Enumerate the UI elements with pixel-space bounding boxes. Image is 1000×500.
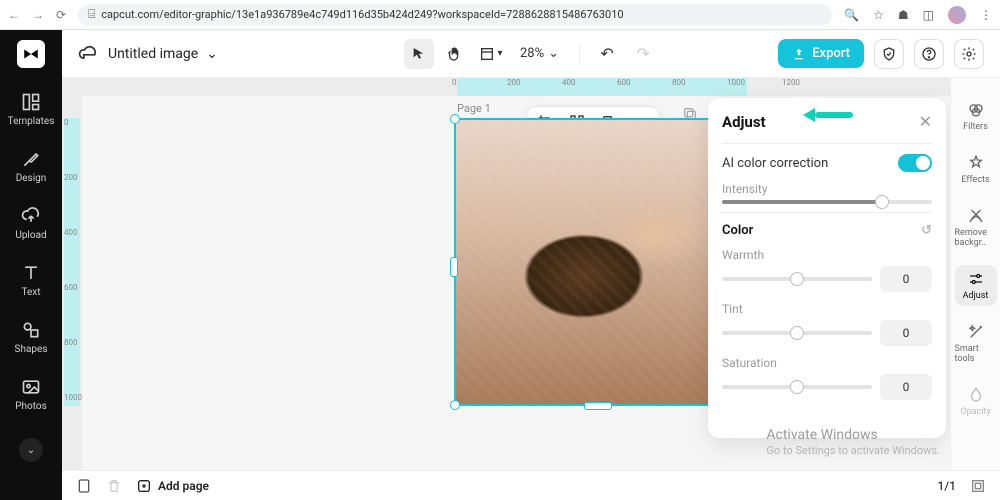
- toolstrip-filters[interactable]: Filters: [955, 96, 997, 137]
- address-bar[interactable]: ⌸ capcut.com/editor-graphic/13e1a936789e…: [78, 4, 832, 26]
- back-icon[interactable]: ←: [8, 8, 20, 22]
- extensions-icon[interactable]: ☗: [898, 8, 909, 22]
- delete-page-icon[interactable]: [106, 478, 122, 494]
- toolstrip-label: Filters: [963, 122, 988, 132]
- undo-button[interactable]: ↶: [592, 39, 622, 69]
- slider-label: Saturation: [722, 356, 932, 370]
- panel-title: Adjust: [722, 113, 766, 131]
- filters-icon: [967, 101, 985, 119]
- opacity-icon: [967, 386, 985, 404]
- zoom-control[interactable]: 28% ⌄: [512, 46, 567, 61]
- site-info-icon[interactable]: ⌸: [88, 7, 95, 22]
- resize-tool[interactable]: ▾: [476, 39, 506, 69]
- adjust-icon: [967, 270, 985, 288]
- slider-value[interactable]: 0: [880, 266, 932, 292]
- rail-label: Photos: [15, 401, 47, 412]
- right-tool-strip: Filters Effects Remove backgr.. Adjust S…: [950, 78, 1000, 470]
- resize-handle[interactable]: [450, 114, 460, 124]
- resize-handle[interactable]: [584, 402, 612, 410]
- add-page-button[interactable]: Add page: [136, 478, 209, 494]
- intensity-label: Intensity: [722, 182, 932, 196]
- resize-handle[interactable]: [450, 257, 458, 277]
- bottombar: Add page 1/1: [62, 470, 1000, 500]
- pasteboard[interactable]: 0 200 400 600 800 1000 1200 0 200 400 60…: [62, 78, 1000, 470]
- rail-text[interactable]: Text: [0, 259, 62, 302]
- reset-icon[interactable]: ↺: [921, 223, 932, 238]
- color-section-label: Color: [722, 223, 753, 238]
- rail-label: Design: [16, 173, 47, 184]
- toolstrip-label: Smart tools: [955, 344, 997, 364]
- sidepanel-icon[interactable]: ◫: [923, 8, 934, 22]
- rail-templates[interactable]: Templates: [0, 88, 62, 131]
- slider-value[interactable]: 0: [880, 374, 932, 400]
- resize-handle[interactable]: [450, 400, 460, 410]
- forward-icon[interactable]: →: [32, 8, 44, 22]
- tint-slider[interactable]: [722, 331, 872, 335]
- toolstrip-adjust[interactable]: Adjust: [955, 265, 997, 306]
- vertical-ruler: 0 200 400 600 800 1000: [62, 78, 82, 470]
- page-label: Page 1: [457, 102, 491, 115]
- pages-icon[interactable]: [76, 478, 92, 494]
- rail-more[interactable]: ⌄: [19, 438, 43, 462]
- horizontal-ruler: 0 200 400 600 800 1000 1200: [82, 78, 1000, 96]
- rail-label: Text: [21, 287, 40, 298]
- canvas-image: [456, 120, 740, 404]
- doc-title[interactable]: Untitled image ⌄: [108, 46, 218, 62]
- rail-label: Shapes: [15, 344, 48, 355]
- effects-icon: [967, 154, 985, 172]
- page-indicator: 1/1: [938, 479, 956, 493]
- toolstrip-remove-backgr-[interactable]: Remove backgr..: [955, 202, 997, 253]
- rail-upload[interactable]: Upload: [0, 202, 62, 245]
- redo-button[interactable]: ↷: [628, 39, 658, 69]
- slider-label: Tint: [722, 302, 932, 316]
- adjust-panel: Adjust ✕ AI color correction Intensity: [708, 98, 946, 438]
- reload-icon[interactable]: ⟳: [56, 8, 66, 22]
- bookmark-icon[interactable]: ☆: [873, 8, 884, 22]
- hand-tool[interactable]: [440, 39, 470, 69]
- warmth-slider[interactable]: [722, 277, 872, 281]
- rail-label: Templates: [8, 116, 55, 127]
- close-icon[interactable]: ✕: [919, 112, 932, 131]
- workspace: 0 200 400 600 800 1000 1200 0 200 400 60…: [62, 78, 1000, 470]
- capcut-logo[interactable]: [17, 40, 45, 68]
- slider-label: Warmth: [722, 248, 932, 262]
- selected-image[interactable]: [454, 118, 742, 406]
- browser-chrome: ← → ⟳ ⌸ capcut.com/editor-graphic/13e1a9…: [0, 0, 1000, 30]
- toolstrip-label: Adjust: [963, 291, 989, 301]
- intensity-slider[interactable]: [722, 200, 932, 204]
- export-button[interactable]: Export: [778, 39, 864, 68]
- remove-backgr--icon: [967, 207, 985, 225]
- profile-avatar[interactable]: [948, 6, 966, 24]
- toolstrip-opacity[interactable]: Opacity: [955, 381, 997, 422]
- rail-photos[interactable]: Photos: [0, 373, 62, 416]
- rail-label: Upload: [15, 230, 46, 241]
- windows-watermark: Activate Windows Go to Settings to activ…: [766, 426, 940, 458]
- help-icon[interactable]: [914, 39, 944, 69]
- url-text: capcut.com/editor-graphic/13e1a936789e4c…: [101, 8, 623, 21]
- left-rail: Templates Design Upload Text Shapes Phot…: [0, 30, 62, 500]
- kebab-icon[interactable]: ⋮: [980, 8, 992, 22]
- cloud-icon[interactable]: [78, 44, 98, 64]
- shield-icon[interactable]: [874, 39, 904, 69]
- topbar: Untitled image ⌄ ▾ 28% ⌄: [62, 30, 1000, 78]
- chevron-down-icon: ⌄: [206, 46, 218, 62]
- zoom-page-icon[interactable]: 🔍: [844, 8, 859, 22]
- toolstrip-effects[interactable]: Effects: [955, 149, 997, 190]
- rail-shapes[interactable]: Shapes: [0, 316, 62, 359]
- chevron-down-icon: ⌄: [548, 46, 559, 61]
- smart-tools-icon: [967, 323, 985, 341]
- rail-design[interactable]: Design: [0, 145, 62, 188]
- ai-color-toggle[interactable]: [898, 154, 932, 172]
- toolstrip-label: Remove backgr..: [955, 228, 997, 248]
- settings-icon[interactable]: [954, 39, 984, 69]
- saturation-slider[interactable]: [722, 385, 872, 389]
- toolstrip-label: Effects: [961, 175, 989, 185]
- toolstrip-label: Opacity: [960, 407, 990, 417]
- toolstrip-smart-tools[interactable]: Smart tools: [955, 318, 997, 369]
- fit-icon[interactable]: [970, 478, 986, 494]
- select-tool[interactable]: [404, 39, 434, 69]
- ai-color-label: AI color correction: [722, 156, 828, 171]
- slider-value[interactable]: 0: [880, 320, 932, 346]
